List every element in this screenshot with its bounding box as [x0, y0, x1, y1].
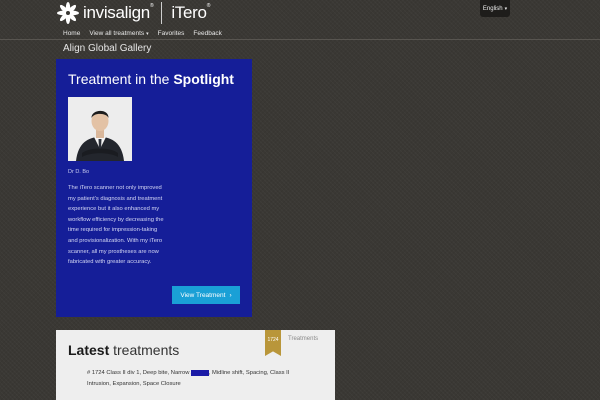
nav-view-all-label: View all treatments: [89, 30, 145, 37]
nav-feedback[interactable]: Feedback: [193, 30, 222, 37]
chevron-right-icon: ›: [229, 291, 232, 299]
doctor-name: Dr D. Bo: [68, 169, 90, 175]
brand-itero: iTero®: [171, 3, 211, 22]
invisalign-star-icon: [57, 2, 79, 24]
brand-invisalign: invisalign®: [83, 3, 154, 22]
spotlight-heading: Treatment in the Spotlight: [68, 71, 234, 87]
page-title: Align Global Gallery: [63, 43, 152, 54]
caret-down-icon: ▾: [504, 5, 508, 12]
top-bar: invisalign® iTero® English ▾: [0, 0, 600, 28]
logo-divider: [161, 2, 163, 24]
doctor-quote: The iTero scanner not only improved my p…: [68, 185, 164, 266]
language-select[interactable]: English ▾: [480, 0, 510, 17]
highlighted-term: Arches: [190, 370, 209, 376]
doctor-photo[interactable]: [68, 97, 132, 161]
treatment-count-ribbon: 1724: [265, 330, 281, 356]
caret-down-icon: ▾: [146, 31, 149, 37]
language-label: English: [482, 5, 503, 12]
logo[interactable]: invisalign® iTero®: [57, 2, 210, 24]
treatment-description[interactable]: # 1724 Class II div 1, Deep bite, Narrow…: [87, 368, 293, 389]
latest-treatments-panel: Latest treatments 1724 Treatments # 1724…: [56, 330, 335, 400]
view-treatment-button[interactable]: View Treatment ›: [172, 286, 240, 304]
nav-view-all-treatments[interactable]: View all treatments ▾: [89, 30, 148, 37]
latest-heading: Latest treatments: [68, 342, 180, 358]
spotlight-panel: Treatment in the Spotlight Dr D. Bo The …: [56, 59, 252, 317]
nav-divider: [0, 39, 600, 40]
doctor-portrait-image: [68, 97, 132, 161]
main-nav: Home View all treatments ▾ Favorites Feed…: [63, 30, 222, 37]
view-treatment-label: View Treatment: [180, 291, 226, 299]
nav-favorites[interactable]: Favorites: [158, 30, 185, 37]
nav-home[interactable]: Home: [63, 30, 80, 37]
treatment-count-label: Treatments: [288, 336, 319, 342]
